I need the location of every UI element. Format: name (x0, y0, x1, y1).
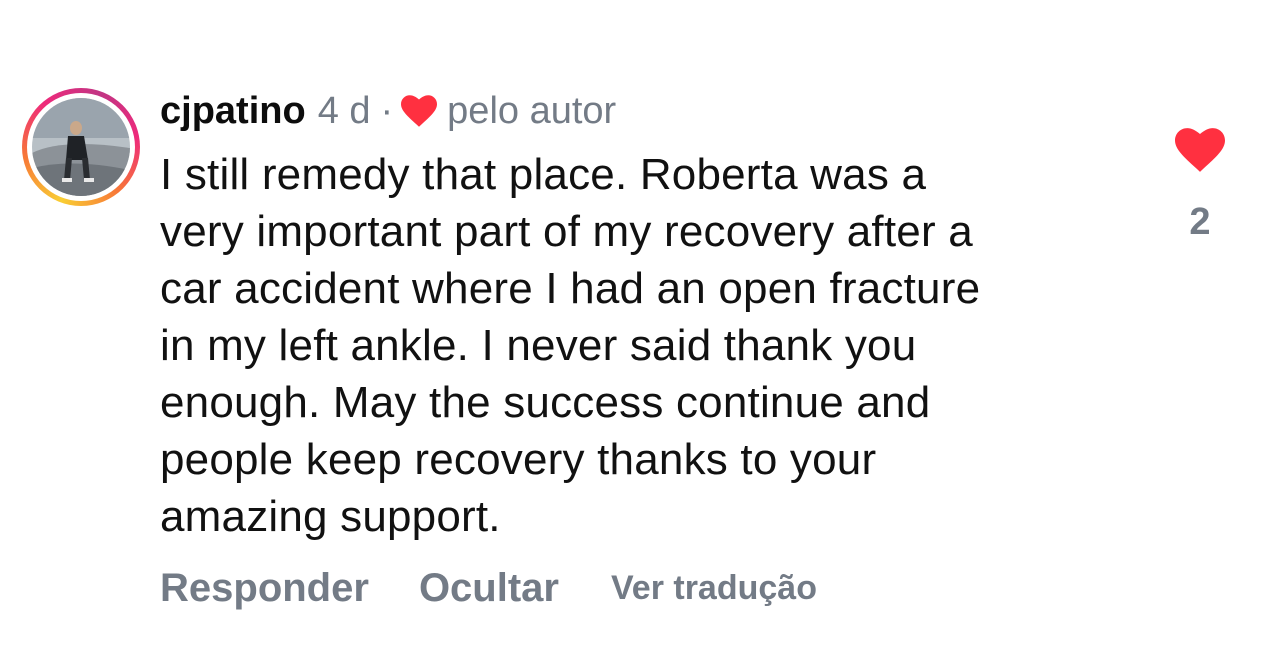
comment-text-line: amazing support. (160, 492, 501, 541)
comment-text: I still remedy that place. Roberta was a… (160, 146, 1150, 545)
like-column: 2 (1170, 128, 1230, 244)
heart-filled-icon (401, 95, 438, 127)
comment-text-line: car accident where I had an open fractur… (160, 264, 981, 313)
hide-button[interactable]: Ocultar (419, 566, 559, 611)
avatar[interactable] (32, 98, 130, 196)
meta-separator: · (380, 89, 394, 132)
avatar-ring-gap (27, 93, 135, 201)
username[interactable]: cjpatino (160, 90, 306, 133)
comment-text-line: people keep recovery thanks to your (160, 435, 877, 484)
comment-text-line: enough. May the success continue and (160, 378, 931, 427)
comment-actions: Responder Ocultar Ver tradução (160, 566, 817, 611)
liked-by-author-label: pelo autor (447, 89, 617, 132)
like-count[interactable]: 2 (1189, 201, 1210, 244)
see-translation-button[interactable]: Ver tradução (611, 569, 817, 608)
comment-text-line: in my left ankle. I never said thank you (160, 321, 917, 370)
avatar-photo (32, 98, 130, 196)
comment-text-line: very important part of my recovery after… (160, 207, 973, 256)
avatar-story-ring[interactable] (22, 88, 140, 206)
comment-text-line: I still remedy that place. Roberta was a (160, 150, 927, 199)
comment-header: cjpatino 4 d · pelo autor (160, 86, 616, 136)
heart-filled-icon[interactable] (1175, 128, 1225, 177)
reply-button[interactable]: Responder (160, 566, 369, 611)
comment-age: 4 d (317, 89, 371, 132)
